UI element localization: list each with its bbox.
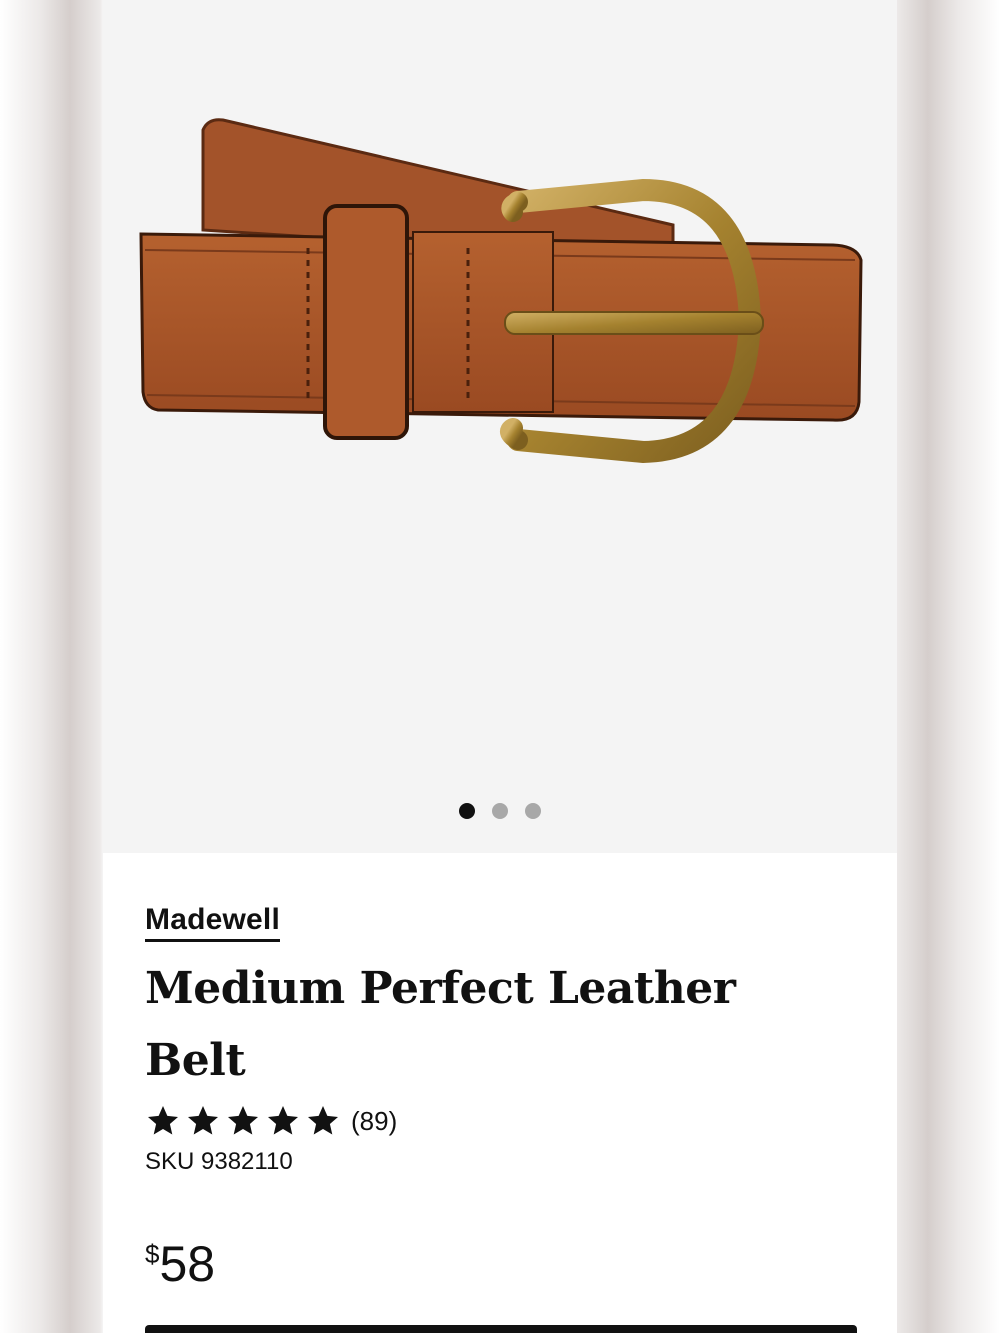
product-rating[interactable]: (89) [145, 1103, 397, 1139]
add-to-bag-button[interactable] [145, 1325, 857, 1333]
gallery-dot-2[interactable] [492, 803, 508, 819]
gallery-dot-3[interactable] [525, 803, 541, 819]
star-icon [188, 1106, 218, 1135]
rating-count[interactable]: (89) [351, 1106, 397, 1137]
gallery-pagination [103, 803, 897, 819]
product-title: Medium Perfect Leather Belt [145, 963, 736, 1086]
star-rating [145, 1103, 341, 1139]
brand-link[interactable]: Madewell [145, 903, 280, 942]
product-image [139, 118, 863, 464]
product-gallery[interactable] [103, 0, 897, 853]
page-backdrop-right [897, 0, 1000, 1333]
product-price: $58 [145, 1235, 215, 1293]
product-sku: SKU 9382110 [145, 1148, 293, 1175]
price-currency: $ [145, 1239, 160, 1269]
star-icon [308, 1106, 338, 1135]
price-amount: 58 [159, 1236, 216, 1292]
star-icon [148, 1106, 178, 1135]
star-icon [268, 1106, 298, 1135]
star-icon [228, 1106, 258, 1135]
product-panel: Madewell Medium Perfect Leather Belt (89… [103, 0, 897, 1333]
gallery-dot-1[interactable] [459, 803, 475, 819]
